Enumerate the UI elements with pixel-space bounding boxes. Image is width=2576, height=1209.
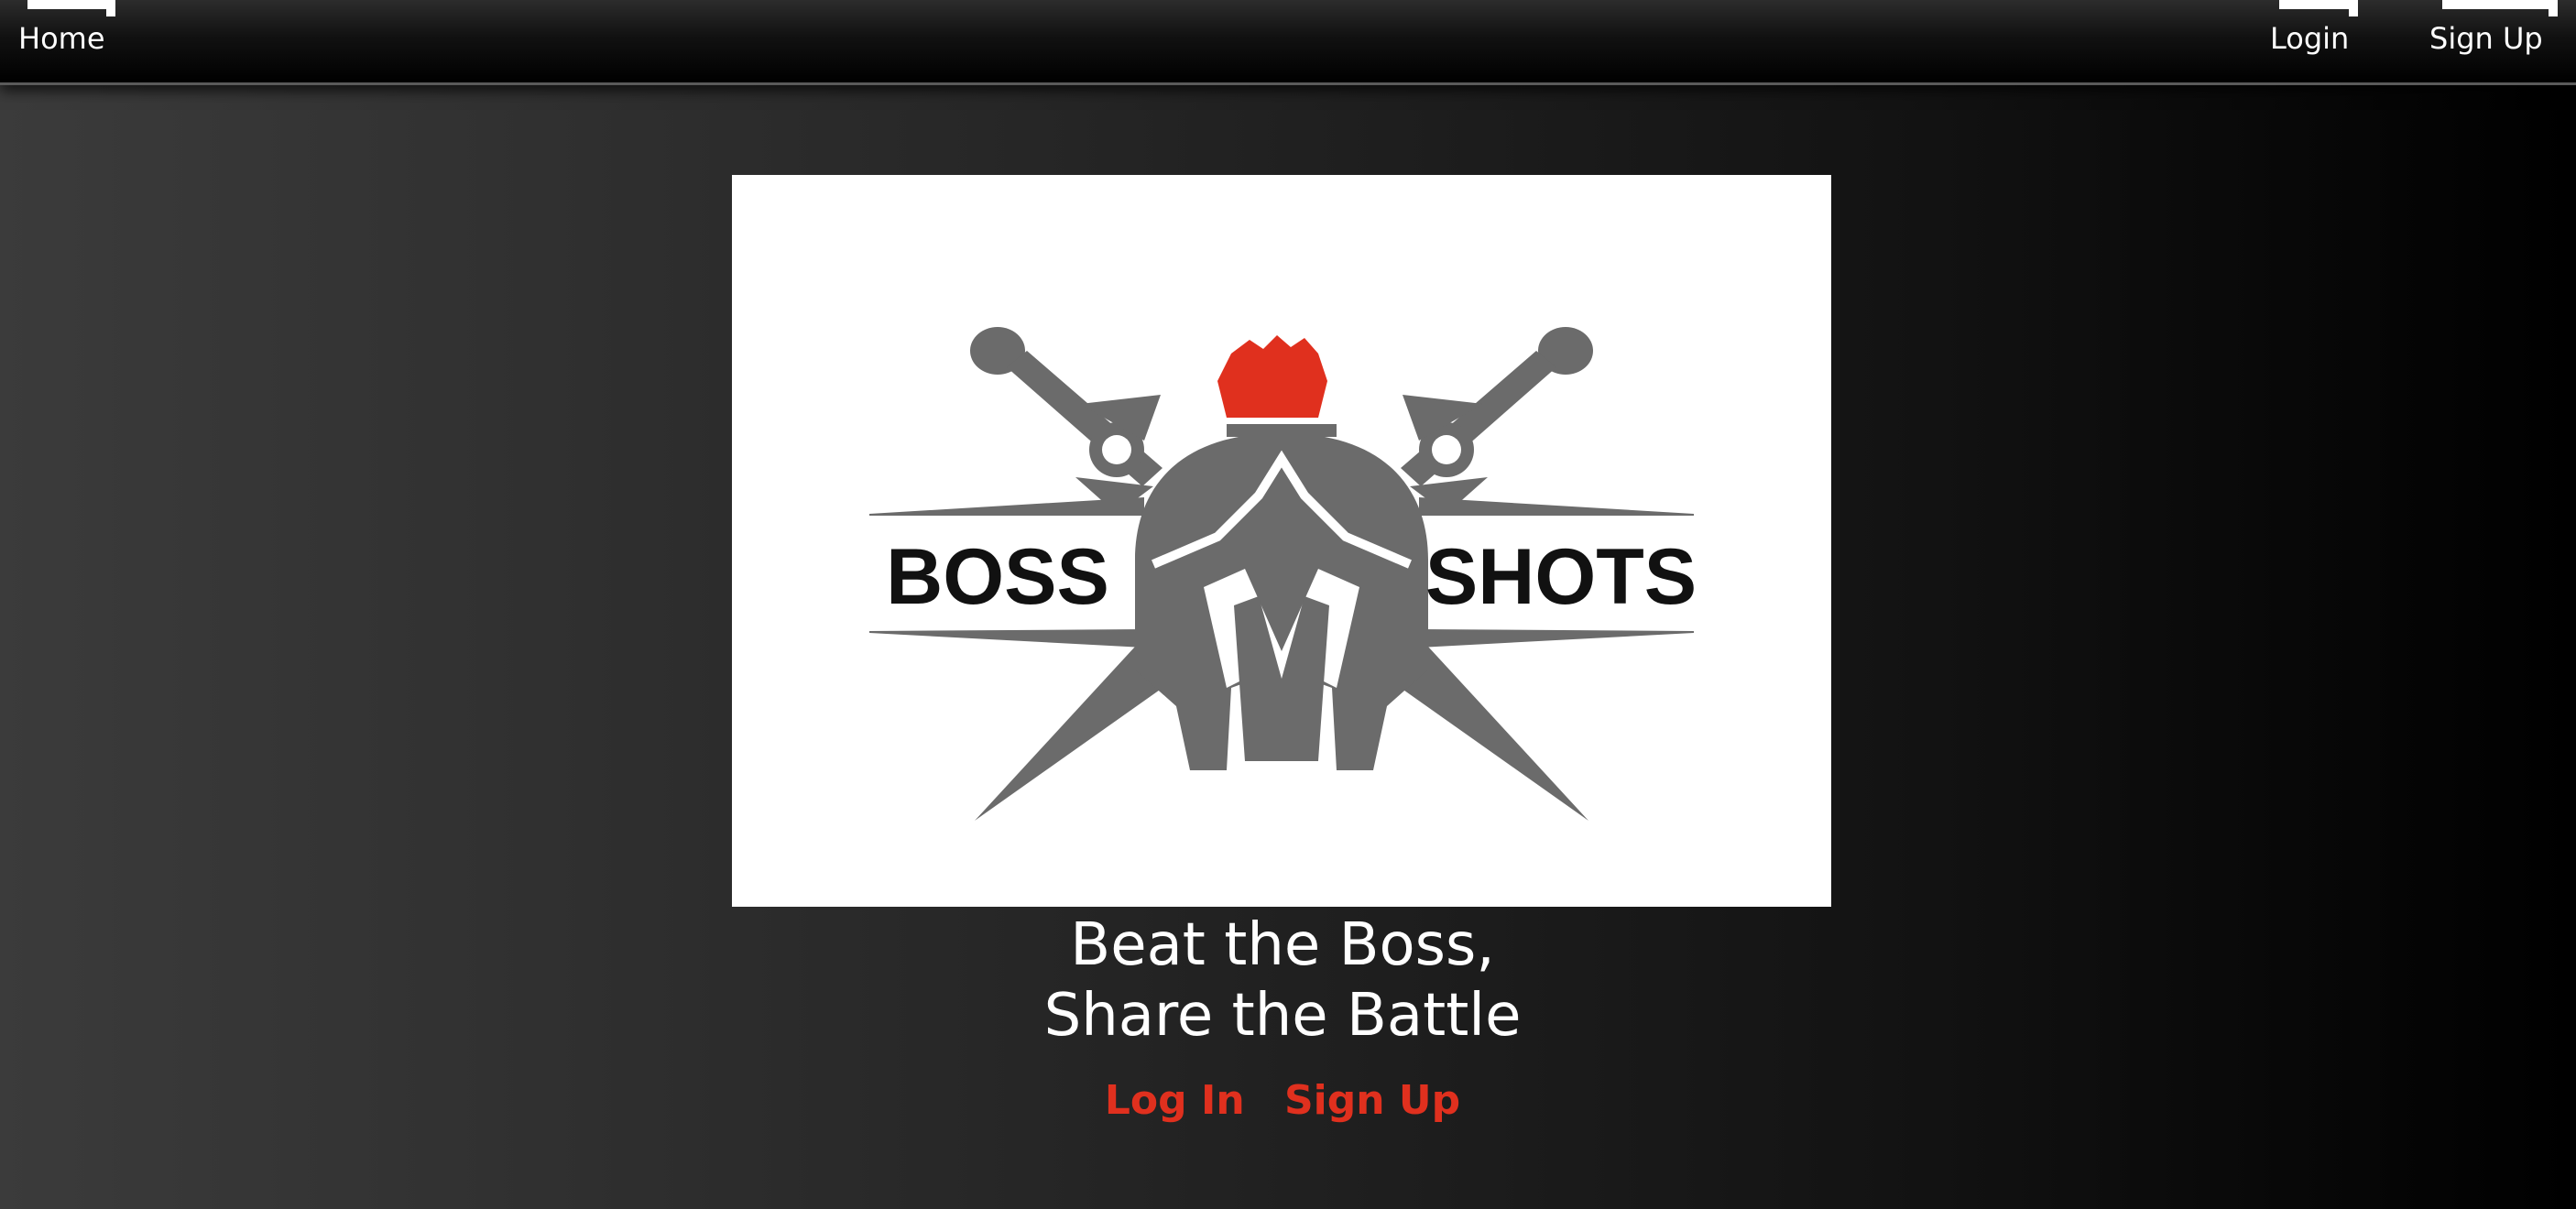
home-tab-decoration xyxy=(27,0,115,16)
top-navbar: Home Login Sign Up xyxy=(0,0,2576,85)
cta-signup-link[interactable]: Sign Up xyxy=(1284,1077,1460,1124)
logo-word-left: BOSS xyxy=(886,533,1109,621)
nav-signup-label: Sign Up xyxy=(2429,21,2543,56)
logo-crest xyxy=(1217,335,1327,418)
boss-shots-logo: BOSS SHOTS xyxy=(732,175,1831,907)
cta-login-link[interactable]: Log In xyxy=(1105,1077,1245,1124)
tagline-line-1: Beat the Boss, xyxy=(1070,911,1495,979)
cta-links: Log In Sign Up xyxy=(0,1073,2565,1128)
signup-tab-decoration xyxy=(2442,0,2558,16)
nav-home-link[interactable]: Home xyxy=(18,0,115,57)
login-tab-decoration xyxy=(2279,0,2358,16)
nav-home-label: Home xyxy=(18,21,105,56)
logo-graphic: BOSS SHOTS xyxy=(869,327,1697,821)
tagline-line-2: Share the Battle xyxy=(1043,982,1522,1050)
nav-login-link[interactable]: Login xyxy=(2270,0,2358,57)
logo-word-right: SHOTS xyxy=(1425,533,1697,621)
nav-login-label: Login xyxy=(2270,21,2350,56)
nav-signup-link[interactable]: Sign Up xyxy=(2429,0,2558,57)
